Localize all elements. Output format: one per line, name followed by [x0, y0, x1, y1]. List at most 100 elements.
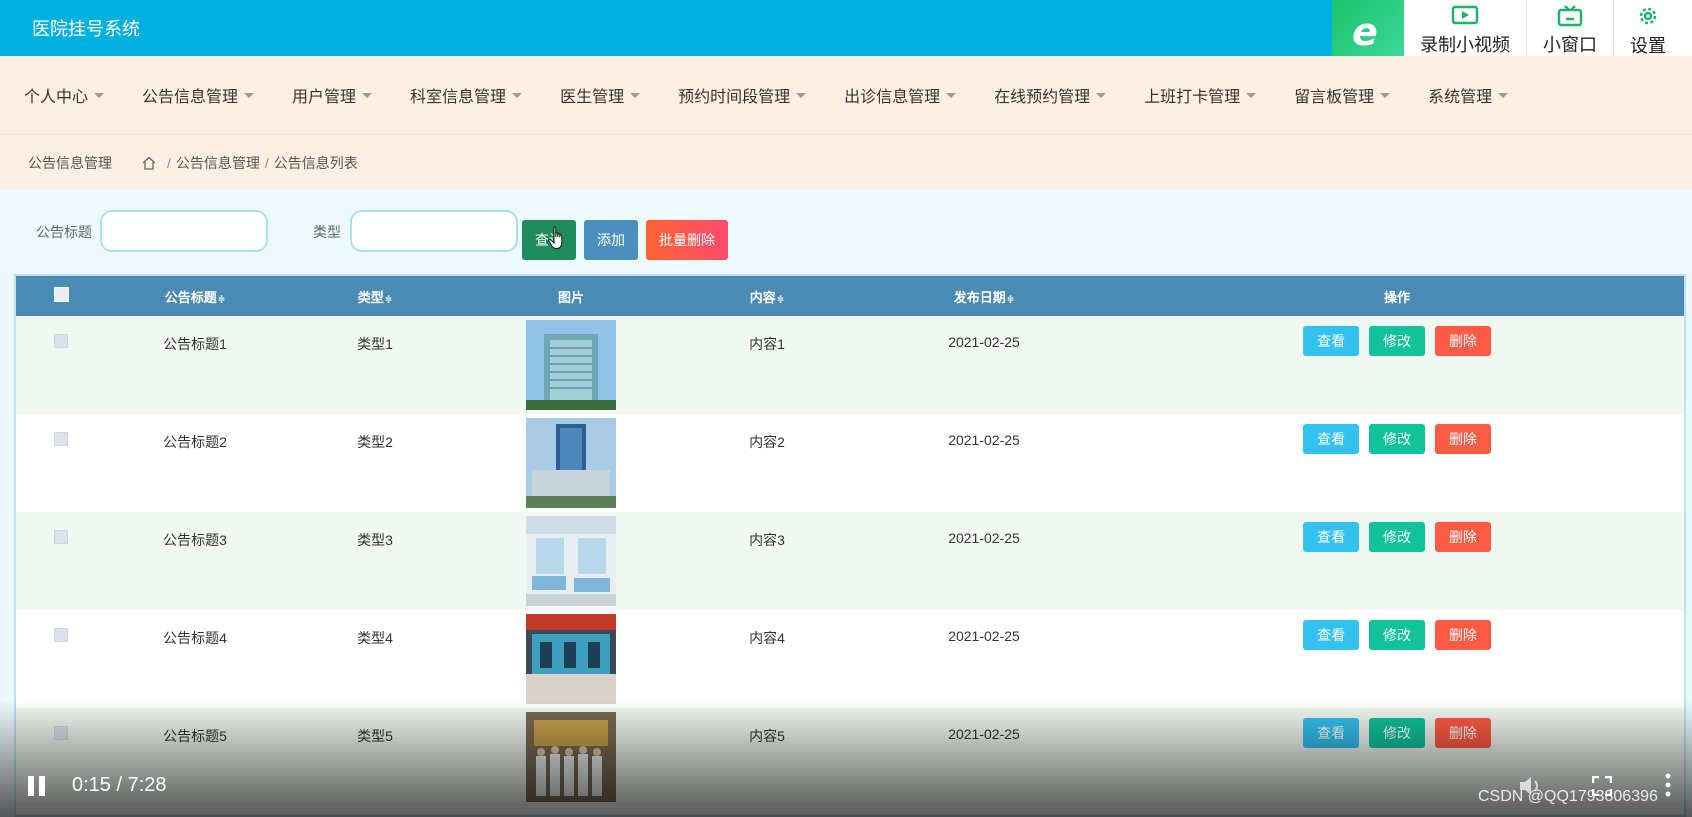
delete-button[interactable]: 删除	[1434, 718, 1491, 748]
column-header-date[interactable]: 发布日期≑	[858, 276, 1110, 316]
caret-down-icon	[512, 92, 523, 98]
search-bar: 公告标题 类型 查询 添加 批量删除	[0, 190, 1692, 274]
column-header-content[interactable]: 内容≑	[676, 276, 858, 316]
view-button[interactable]: 查看	[1303, 718, 1360, 748]
view-button[interactable]: 查看	[1303, 326, 1360, 356]
caret-down-icon	[1498, 92, 1509, 98]
content-cell: 内容3	[749, 532, 785, 548]
date-cell: 2021-02-25	[948, 334, 1020, 350]
table-header-row: 公告标题≑ 类型≑ 图片 内容≑ 发布日期≑ 操作	[16, 276, 1684, 316]
view-button[interactable]: 查看	[1303, 620, 1360, 650]
type-search-input[interactable]	[350, 210, 518, 252]
row-checkbox[interactable]	[54, 530, 68, 544]
edit-button[interactable]: 修改	[1369, 424, 1425, 454]
row-checkbox[interactable]	[54, 334, 68, 348]
row-checkbox[interactable]	[54, 432, 68, 446]
breadcrumb-separator: /	[167, 154, 171, 171]
nav-timeslot-management[interactable]: 预约时间段管理	[678, 83, 807, 107]
column-header-type[interactable]: 类型≑	[284, 276, 466, 316]
date-cell: 2021-02-25	[948, 530, 1020, 546]
column-header-actions: 操作	[1110, 276, 1684, 316]
nav-checkin-management[interactable]: 上班打卡管理	[1144, 83, 1257, 107]
extension-logo-letter: e	[1352, 10, 1378, 54]
actions-cell: 查看 修改 删除	[1110, 414, 1684, 512]
type-cell: 类型5	[357, 728, 393, 744]
row-select-cell	[16, 512, 106, 610]
settings-label: 设置	[1630, 35, 1666, 56]
delete-button[interactable]: 删除	[1434, 522, 1491, 552]
hand-cursor-icon	[548, 226, 563, 249]
nav-department-management[interactable]: 科室信息管理	[410, 83, 523, 107]
caret-down-icon	[1096, 92, 1107, 98]
edit-button[interactable]: 修改	[1369, 718, 1425, 748]
row-checkbox[interactable]	[54, 628, 68, 642]
breadcrumb-item[interactable]: 公告信息管理	[176, 153, 260, 173]
nav-label: 留言板管理	[1294, 89, 1375, 106]
nav-doctor-management[interactable]: 医生管理	[560, 83, 641, 107]
select-all-checkbox[interactable]	[53, 287, 69, 302]
date-cell: 2021-02-25	[948, 432, 1020, 448]
column-header-label: 内容	[749, 289, 776, 305]
bulk-delete-button[interactable]: 批量删除	[646, 220, 728, 260]
view-button[interactable]: 查看	[1303, 522, 1360, 552]
column-header-title[interactable]: 公告标题≑	[106, 276, 284, 316]
breadcrumb-separator: /	[264, 154, 269, 171]
sort-icon: ≑	[384, 293, 393, 304]
nav-schedule-management[interactable]: 出诊信息管理	[844, 83, 957, 107]
table-row: 公告标题3 类型3 内容3 2021-02-25 查看 修改 删除	[16, 512, 1684, 610]
edit-button[interactable]: 修改	[1369, 620, 1425, 650]
nav-label: 用户管理	[292, 89, 357, 106]
app-title: 医院挂号系统	[32, 19, 140, 39]
mini-window-label: 小窗口	[1543, 34, 1597, 55]
image-cell	[466, 610, 676, 708]
main-nav: 个人中心 公告信息管理 用户管理 科室信息管理 医生管理 预约时间段管理 出诊信…	[0, 56, 1692, 134]
table-row: 公告标题1 类型1 内容1 2021-02-25 查看 修改 删除	[16, 316, 1684, 414]
settings-button[interactable]: 设置	[1614, 0, 1682, 61]
extension-toolbar: e 录制小视频 小窗口 设置	[1332, 0, 1692, 62]
title-search-input[interactable]	[100, 210, 268, 252]
delete-button[interactable]: 删除	[1434, 424, 1491, 454]
nav-personal-center[interactable]: 个人中心	[24, 83, 105, 107]
edit-button[interactable]: 修改	[1369, 326, 1425, 356]
delete-button[interactable]: 删除	[1434, 326, 1491, 356]
nav-user-management[interactable]: 用户管理	[292, 83, 373, 107]
column-header-label: 发布日期	[953, 289, 1006, 305]
nav-appointment-management[interactable]: 在线预约管理	[994, 83, 1107, 107]
record-video-label: 录制小视频	[1420, 34, 1510, 55]
gear-icon	[1639, 7, 1657, 24]
pause-icon[interactable]	[28, 776, 46, 796]
nav-notice-management[interactable]: 公告信息管理	[142, 83, 255, 107]
record-video-button[interactable]: 录制小视频	[1404, 0, 1527, 61]
video-record-icon	[1451, 5, 1479, 24]
nav-message-board-management[interactable]: 留言板管理	[1294, 83, 1391, 107]
image-cell	[466, 316, 676, 414]
title-cell: 公告标题2	[163, 434, 227, 450]
row-checkbox[interactable]	[54, 726, 68, 740]
title-cell: 公告标题1	[163, 336, 227, 352]
edit-button[interactable]: 修改	[1369, 522, 1425, 552]
more-options-icon[interactable]	[1664, 772, 1672, 798]
column-header-label: 类型	[357, 289, 384, 305]
nav-label: 医生管理	[560, 89, 625, 106]
column-header-label: 公告标题	[164, 289, 217, 305]
caret-down-icon	[94, 92, 105, 98]
medical-staff-group-photo	[526, 712, 616, 802]
content-cell: 内容1	[749, 336, 785, 352]
page-title: 公告信息管理	[28, 154, 112, 171]
actions-cell: 查看 修改 删除	[1110, 316, 1684, 414]
mini-window-button[interactable]: 小窗口	[1527, 0, 1614, 61]
home-icon[interactable]	[142, 156, 156, 170]
type-search-label: 类型	[313, 224, 341, 240]
delete-button[interactable]: 删除	[1434, 620, 1491, 650]
sort-icon: ≑	[776, 293, 785, 304]
add-button[interactable]: 添加	[584, 220, 638, 260]
column-header-image: 图片	[466, 276, 676, 316]
nav-label: 出诊信息管理	[844, 89, 941, 106]
extension-logo[interactable]: e	[1332, 0, 1404, 62]
nav-system-management[interactable]: 系统管理	[1428, 83, 1509, 107]
view-button[interactable]: 查看	[1303, 424, 1360, 454]
caret-down-icon	[244, 92, 255, 98]
table-row: 公告标题5 类型5 内容5 2021-02-25 查看 修改 删除	[16, 708, 1684, 806]
image-cell	[466, 512, 676, 610]
row-select-cell	[16, 610, 106, 708]
